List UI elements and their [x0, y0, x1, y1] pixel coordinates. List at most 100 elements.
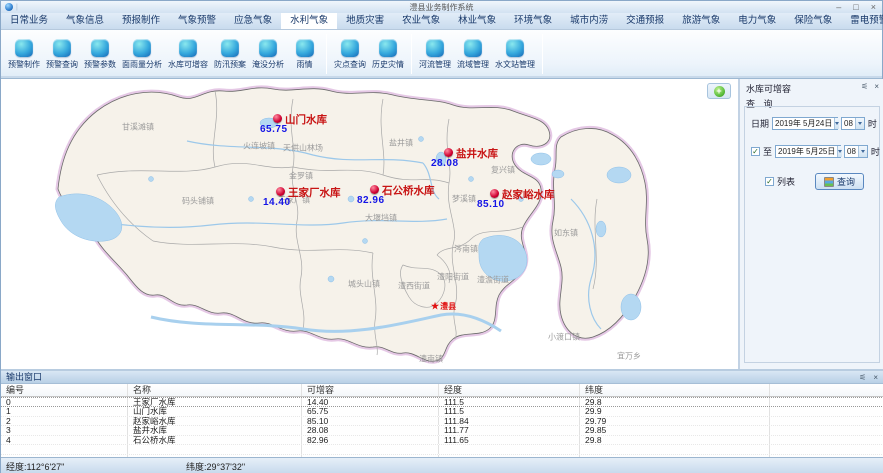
panel-close-icon[interactable]: × [874, 82, 879, 91]
toolbar-button[interactable]: 淹没分析 [249, 39, 287, 70]
disaster-point-search-icon [341, 39, 359, 57]
to-date-checkbox[interactable]: ✓ [751, 147, 760, 156]
town-label: 如东镇 [554, 228, 578, 239]
table-cell: 山门水库 [128, 407, 302, 416]
table-cell: 85.10 [302, 417, 439, 426]
latitude-readout: 纬度:29°37'32" [186, 460, 245, 473]
chevron-down-icon[interactable] [855, 118, 864, 129]
menu-tab[interactable]: 林业气象 [449, 13, 505, 29]
longitude-readout: 经度:112°6'27" [6, 460, 186, 473]
query-button[interactable]: 查询 [815, 173, 864, 190]
star-icon: ★ [431, 301, 439, 311]
output-window-title: 输出窗口 [6, 372, 42, 382]
menu-tab[interactable]: 旅游气象 [673, 13, 729, 29]
map-canvas[interactable]: 甘溪滩镇火连坡镇天供山林场金罗镇盐井镇码头铺镇王家厂镇大堰垱镇梦溪镇复兴镇涔南镇… [1, 79, 738, 369]
column-header[interactable]: 经度 [439, 384, 580, 396]
status-bar: 经度:112°6'27" 纬度:29°37'32" [1, 457, 883, 473]
toolbar-button[interactable]: 灾点查询 [331, 39, 369, 70]
toolbar-button[interactable]: 面雨量分析 [119, 39, 165, 70]
menu-tab[interactable]: 保险气象 [785, 13, 841, 29]
column-header[interactable]: 名称 [128, 384, 302, 396]
reservoir-capacity-value: 65.75 [260, 124, 288, 135]
town-label: 码头铺镇 [182, 196, 214, 207]
table-cell [770, 398, 883, 406]
table-icon [824, 177, 834, 187]
reservoir-dot-icon [444, 148, 453, 157]
menu-tab[interactable]: 气象预警 [169, 13, 225, 29]
chevron-down-icon[interactable] [837, 146, 842, 157]
hour-from-select[interactable]: 08 [841, 117, 865, 130]
menu-tab[interactable]: 雷电预警 [841, 13, 883, 29]
column-header[interactable]: 编号 [1, 384, 128, 396]
chevron-down-icon[interactable] [834, 118, 839, 129]
areal-rainfall-icon [133, 39, 151, 57]
table-row[interactable] [1, 445, 883, 455]
pin-icon[interactable]: ⚟ [861, 82, 868, 91]
table-row[interactable]: 1山门水库65.75111.529.9 [1, 407, 883, 417]
chevron-down-icon[interactable] [858, 146, 867, 157]
menu-tab[interactable]: 交通预报 [617, 13, 673, 29]
toolbar-button[interactable]: 防汛预案 [211, 39, 249, 70]
toolbar-button[interactable]: 预警参数 [81, 39, 119, 70]
menu-tab[interactable]: 环境气象 [505, 13, 561, 29]
menu-tab[interactable]: 城市内涝 [561, 13, 617, 29]
toolbar-button[interactable]: 水文站管理 [492, 39, 538, 70]
hour-to-select[interactable]: 08 [844, 145, 868, 158]
town-label: 梦溪镇 [452, 194, 476, 205]
town-label: 盐井镇 [389, 138, 413, 149]
menu-tab[interactable]: 气象信息 [57, 13, 113, 29]
town-label: 金罗镇 [289, 171, 313, 182]
table-cell: 111.5 [439, 398, 580, 406]
menu-tab[interactable]: 日常业务 [1, 13, 57, 29]
plus-icon: + [714, 86, 725, 97]
table-cell [439, 445, 580, 454]
column-header[interactable]: 可增容 [302, 384, 439, 396]
menu-tab[interactable]: 农业气象 [393, 13, 449, 29]
toolbar-button[interactable]: 流域管理 [454, 39, 492, 70]
table-row[interactable]: 0王家厂水库14.40111.529.8 [1, 397, 883, 407]
column-header[interactable] [770, 384, 883, 396]
map-add-button[interactable]: + [707, 83, 731, 99]
menu-tab[interactable]: 地质灾害 [337, 13, 393, 29]
toolbar-button[interactable]: 河流管理 [416, 39, 454, 70]
table-cell: 29.8 [580, 436, 770, 445]
column-header[interactable]: 纬度 [580, 384, 770, 396]
table-cell [580, 445, 770, 454]
table-row[interactable]: 4石公桥水库82.96111.6529.8 [1, 436, 883, 446]
pin-icon[interactable]: ⚟ [859, 372, 866, 383]
reservoir-name: 山门水库 [285, 112, 327, 127]
table-row[interactable]: 3盐井水库28.08111.7729.85 [1, 426, 883, 436]
town-label: 涔南镇 [454, 244, 478, 255]
town-label: 澧澹街道 [477, 275, 509, 286]
toolbar-button[interactable]: 雨情 [287, 39, 322, 70]
town-label: 城头山镇 [348, 279, 380, 290]
date-from-select[interactable]: 2019年 5月24日 [772, 117, 838, 130]
toolbar-button[interactable]: 历史灾情 [369, 39, 407, 70]
close-button[interactable]: × [871, 2, 876, 12]
table-cell: 盐井水库 [128, 426, 302, 435]
minimize-button[interactable]: – [836, 2, 841, 12]
table-row[interactable]: 2赵家峪水库85.10111.8429.79 [1, 417, 883, 427]
table-cell: 2 [1, 417, 128, 426]
menu-tab[interactable]: 电力气象 [729, 13, 785, 29]
toolbar-button[interactable]: 预警查询 [43, 39, 81, 70]
ribbon-toolbar: 预警制作 预警查询 预警参数 面雨量分析 水库可增容 防汛预案 淹没分析 雨情 … [1, 30, 882, 79]
date-to-select[interactable]: 2019年 5月25日 [775, 145, 841, 158]
reservoir-name: 赵家峪水库 [502, 187, 555, 202]
warning-edit-icon [15, 39, 33, 57]
town-label: 澧南镇 [419, 354, 443, 365]
output-close-icon[interactable]: × [873, 372, 878, 383]
toolbar-button[interactable]: 预警制作 [5, 39, 43, 70]
toolbar-button[interactable]: 水库可增容 [165, 39, 211, 70]
menu-tab[interactable]: 应急气象 [225, 13, 281, 29]
menu-tab[interactable]: 水利气象 [281, 13, 337, 29]
list-checkbox[interactable]: ✓ [765, 177, 774, 186]
town-label: 复兴镇 [491, 165, 515, 176]
town-label: 澧西街道 [398, 281, 430, 292]
menu-tab[interactable]: 预报制作 [113, 13, 169, 29]
table-cell [770, 417, 883, 426]
reservoir-name: 石公桥水库 [382, 183, 435, 198]
maximize-button[interactable]: □ [853, 2, 858, 12]
reservoir-name: 王家厂水库 [288, 185, 341, 200]
reservoir-capacity-value: 82.96 [357, 195, 385, 206]
